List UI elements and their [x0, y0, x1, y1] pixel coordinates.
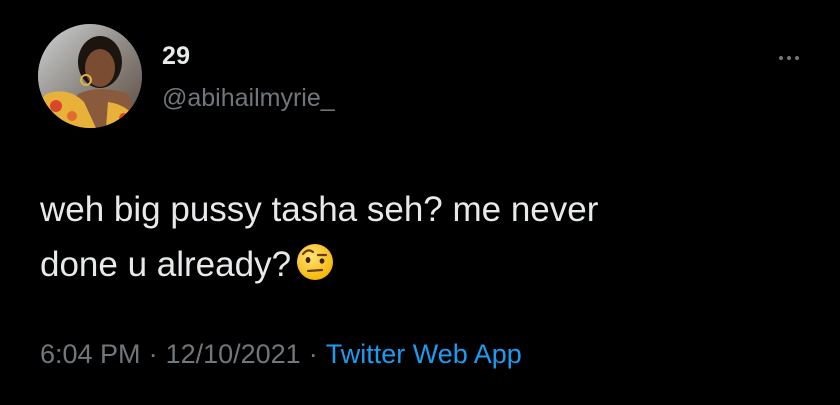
- tweet-time[interactable]: 6:04 PM: [40, 339, 141, 369]
- user-handle[interactable]: @abihailmyrie_: [162, 84, 335, 113]
- profile-photo-icon: [38, 24, 142, 128]
- tweet-card: 29 @abihailmyrie_ weh big pussy tasha se…: [0, 0, 840, 405]
- meta-separator: ·: [148, 339, 158, 369]
- face-with-raised-eyebrow-icon: [297, 244, 334, 280]
- tweet-source-link[interactable]: Twitter Web App: [326, 339, 522, 369]
- more-options-button[interactable]: [772, 46, 806, 70]
- tweet-text-line-2: done u already?: [40, 237, 780, 292]
- tweet-text-line-1: weh big pussy tasha seh? me never: [40, 190, 599, 229]
- more-dot-icon: [795, 56, 799, 60]
- more-dot-icon: [787, 56, 791, 60]
- tweet-date[interactable]: 12/10/2021: [166, 339, 301, 369]
- more-dot-icon: [779, 56, 783, 60]
- tweet-meta: 6:04 PM · 12/10/2021 · Twitter Web App: [40, 339, 522, 370]
- avatar[interactable]: [38, 24, 142, 128]
- tweet-text: weh big pussy tasha seh? me never done u…: [40, 182, 780, 292]
- meta-separator: ·: [308, 339, 318, 369]
- tweet-text-line-2-text: done u already?: [40, 245, 292, 284]
- display-name[interactable]: 29: [162, 42, 190, 71]
